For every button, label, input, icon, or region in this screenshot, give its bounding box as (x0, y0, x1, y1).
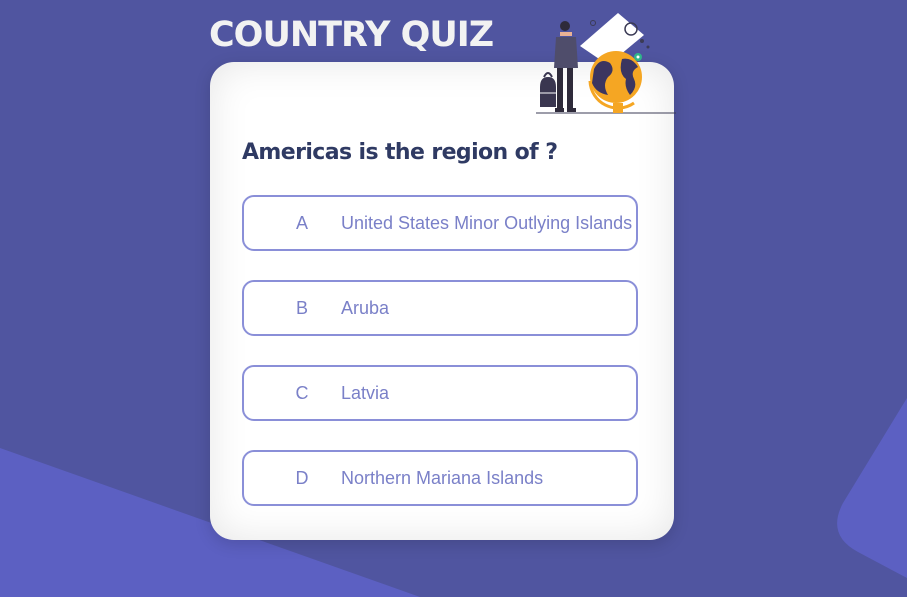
page-title: COUNTRY QUIZ (209, 15, 494, 55)
option-letter: D (295, 467, 309, 488)
option-text: Northern Mariana Islands (341, 467, 544, 488)
traveler-globe-icon (536, 13, 676, 114)
answer-option-c[interactable]: C Latvia (242, 365, 638, 421)
option-letter: A (295, 212, 308, 233)
option-text: Aruba (341, 297, 390, 318)
option-letter: B (295, 297, 308, 318)
question-text: Americas is the region of ? (242, 140, 558, 165)
answer-option-d[interactable]: D Northern Mariana Islands (242, 450, 638, 506)
answer-option-a[interactable]: A United States Minor Outlying Islands (242, 195, 638, 251)
option-text: Latvia (341, 382, 390, 403)
option-text: United States Minor Outlying Islands (341, 212, 633, 233)
quiz-card: Americas is the region of ? A United Sta… (210, 62, 674, 540)
option-letter: C (295, 382, 309, 403)
background-wave-right (837, 398, 907, 578)
answer-option-b[interactable]: B Aruba (242, 280, 638, 336)
